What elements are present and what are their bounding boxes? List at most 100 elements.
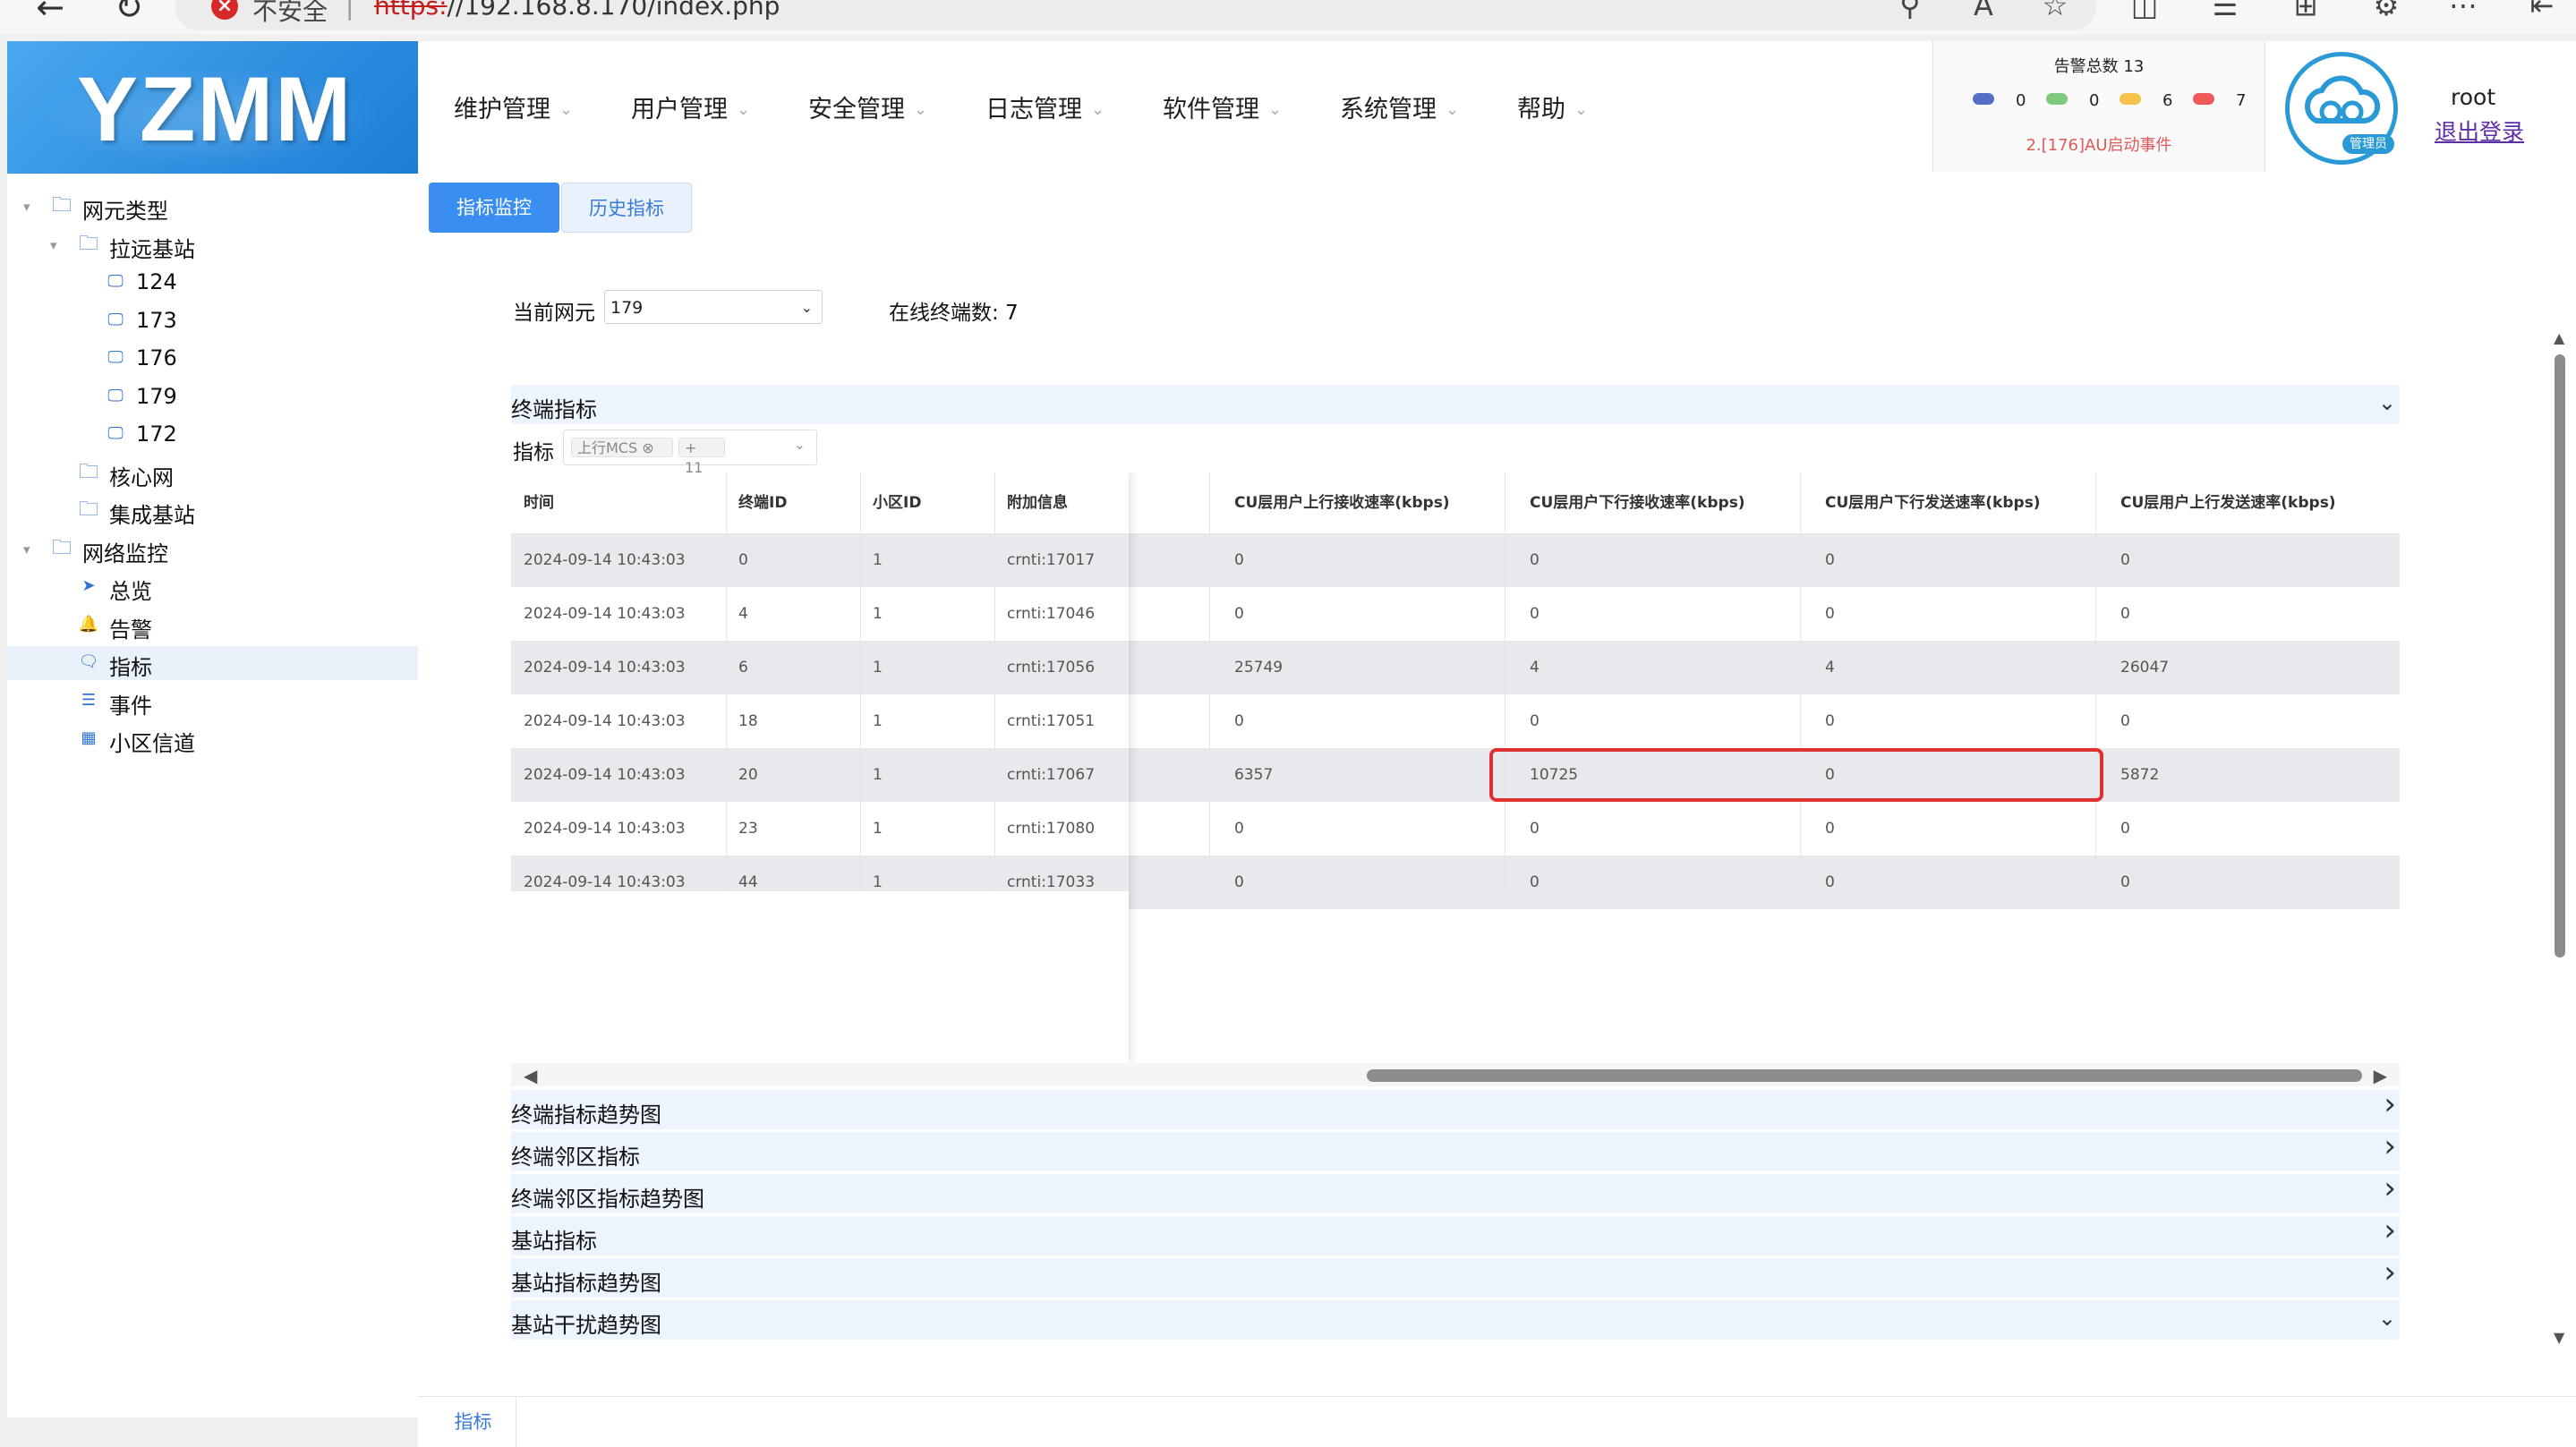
table-horizontal-scrollbar[interactable]: ◀ ▶ [511,1063,2400,1086]
column-divider [2095,472,2096,891]
metric-multiselect[interactable]: 上行MCS ⊗ + 11 ⌄ [563,430,817,476]
top-menu: 维护管理 ⌄ 用户管理 ⌄ 安全管理 ⌄ 日志管理 ⌄ 软件管理 ⌄ 系统管理 ⌄ 帮助 ⌄ [418,41,1940,174]
brand-logo: YZMM [7,41,418,174]
sidebar-item-label: 173 [136,307,177,333]
table-row[interactable]: 2024-09-14 10:43:03 0 1 crnti:17017 0 0 0 0 [511,533,2400,587]
column-header[interactable]: CU层用户上行发送速率(kbps) [2120,472,2336,533]
table-cell: 1 [873,766,883,784]
tab-metric-monitor[interactable]: 指标监控 [429,183,559,233]
tag-close-icon[interactable]: ⊗ [642,439,653,456]
zoom-icon[interactable]: ⚲ [1892,0,1928,23]
table-row[interactable]: 2024-09-14 10:43:03 4 1 crnti:17046 0 0 0 0 [511,587,2400,641]
sidebar-item[interactable]: 🖵 179 [7,380,418,414]
collapsed-section[interactable]: 终端邻区指标 › [511,1128,2400,1171]
ne-select[interactable]: 179 ⌄ [604,290,823,324]
column-divider [1800,472,1801,891]
chevron-down-icon: ⌄ [737,100,751,119]
collections-icon[interactable]: ⊞ [2288,0,2324,23]
table-cell: 0 [1530,605,1540,623]
logout-link[interactable]: 退出登录 [2435,115,2524,147]
table-cell: 4 [738,605,748,623]
sidebar-toggle-icon[interactable]: ⇤ [2524,0,2560,23]
table-cell: 1 [873,605,883,623]
scroll-thumb[interactable] [1367,1069,2362,1082]
metric-tag[interactable]: 上行MCS ⊗ [571,438,673,457]
alarm-summary[interactable]: 告警总数 13 0 0 6 7 2.[176]AU启动事件 [1932,41,2265,172]
sidebar-item[interactable]: ▾ 🗀 网络监控 [7,532,418,566]
table-cell: crnti:17046 [1007,605,1096,623]
table-header-row [511,472,2400,534]
column-header[interactable]: 时间 [524,472,554,533]
chevron-down-icon[interactable]: ▾ [23,199,30,215]
chevron-down-icon[interactable]: ▾ [23,541,30,558]
column-header[interactable]: 终端ID [738,472,787,533]
section-title: 终端邻区指标趋势图 [511,1187,704,1212]
column-header[interactable]: CU层用户下行接收速率(kbps) [1530,472,1745,533]
collapsed-section[interactable]: 终端指标趋势图 › [511,1086,2400,1129]
sidebar-item[interactable]: 🗀 集成基站 [7,494,418,528]
menu-users[interactable]: 用户管理 ⌄ [631,89,750,124]
more-menu-icon[interactable]: ⋯ [2445,0,2481,23]
back-arrow-icon[interactable]: ← [30,0,70,27]
sidebar-item[interactable]: ➤ 总览 [7,570,418,604]
table-row[interactable]: 2024-09-14 10:43:03 18 1 crnti:17051 0 0 0 0 [511,694,2400,748]
sidebar-item[interactable]: 🗨 指标 [7,646,418,680]
menu-security[interactable]: 安全管理 ⌄ [808,89,927,124]
reload-icon[interactable]: ↻ [109,0,149,27]
collapsed-section[interactable]: 基站指标 › [511,1213,2400,1255]
sidebar-item[interactable]: 🖵 176 [7,342,418,376]
menu-help[interactable]: 帮助 ⌄ [1517,89,1588,124]
scroll-thumb[interactable] [2555,354,2565,958]
scroll-left-icon[interactable]: ◀ [524,1065,537,1086]
menu-system[interactable]: 系统管理 ⌄ [1340,89,1459,124]
sidebar-item[interactable]: 🖵 173 [7,304,418,338]
column-header[interactable]: CU层用户上行接收速率(kbps) [1234,472,1450,533]
extension-icon[interactable]: ⚙ [2368,0,2404,23]
collapsed-section[interactable]: 终端邻区指标趋势图 › [511,1170,2400,1213]
table-cell: 0 [1825,551,1835,569]
ne-select-value: 179 [610,298,644,318]
column-divider [860,472,861,891]
sidebar-item-label: 指标 [109,655,152,680]
sidebar-item[interactable]: ▦ 小区信道 [7,722,418,756]
column-header[interactable]: 附加信息 [1007,472,1068,533]
page-vertical-scrollbar[interactable]: ▲ ▼ [2549,329,2571,1346]
collapsed-section[interactable]: 基站干扰趋势图 ⌄ [511,1300,2400,1340]
sidebar-item[interactable]: 🔔 告警 [7,609,418,643]
menu-maintenance[interactable]: 维护管理 ⌄ [454,89,573,124]
menu-logs[interactable]: 日志管理 ⌄ [985,89,1105,124]
table-row[interactable]: 2024-09-14 10:43:03 6 1 crnti:17056 25749 4 4 2… [511,641,2400,694]
column-header[interactable]: CU层用户下行发送速率(kbps) [1825,472,2041,533]
sidebar-item-label: 网元类型 [82,199,168,224]
section-terminal-metrics[interactable]: 终端指标 ⌄ [511,385,2400,424]
sidebar-item[interactable]: 🗀 核心网 [7,456,418,490]
collapsed-section[interactable]: 基站指标趋势图 › [511,1255,2400,1298]
read-aloud-icon[interactable]: A [1966,0,2001,23]
table-row[interactable]: 2024-09-14 10:43:03 20 1 crnti:17067 6357 107… [511,748,2400,802]
insecure-label[interactable]: 不安全 [252,0,328,28]
alarm-latest-event[interactable]: 2.[176]AU启动事件 [1933,132,2265,156]
alarm-level-1-dot [1973,93,1994,105]
sidebar-item[interactable]: 🖵 172 [7,418,418,452]
alarm-level-3-count: 6 [2162,91,2173,110]
bell-icon: 🔔 [78,614,99,634]
column-header[interactable]: 小区ID [873,472,921,533]
sidebar-item[interactable]: 🖵 124 [7,266,418,300]
sidebar-item[interactable]: ▾ 🗀 网元类型 [7,190,418,224]
chevron-down-icon[interactable]: ▾ [50,237,57,253]
scroll-down-icon[interactable]: ▼ [2554,1329,2564,1346]
alarm-level-1-count: 0 [2016,91,2026,110]
sidebar-item[interactable]: ☰ 事件 [7,685,418,719]
bottom-tab-metrics[interactable]: 指标 [431,1397,516,1447]
tab-history-metrics[interactable]: 历史指标 [561,183,692,233]
table-row[interactable]: 2024-09-14 10:43:03 23 1 crnti:17080 0 0 0 0 [511,802,2400,855]
chevron-right-icon: › [2384,1213,2396,1248]
url-text[interactable]: https://192.168.8.170/index.php [374,0,780,21]
sidebar-item[interactable]: ▾ 🗀 拉远基站 [7,228,418,262]
menu-software[interactable]: 软件管理 ⌄ [1163,89,1282,124]
scroll-up-icon[interactable]: ▲ [2554,329,2564,346]
favorites-list-icon[interactable]: ☰ [2207,0,2243,23]
favorite-star-icon[interactable]: ☆ [2037,0,2073,23]
split-screen-icon[interactable]: ◫ [2127,0,2162,23]
scroll-right-icon[interactable]: ▶ [2374,1065,2387,1086]
